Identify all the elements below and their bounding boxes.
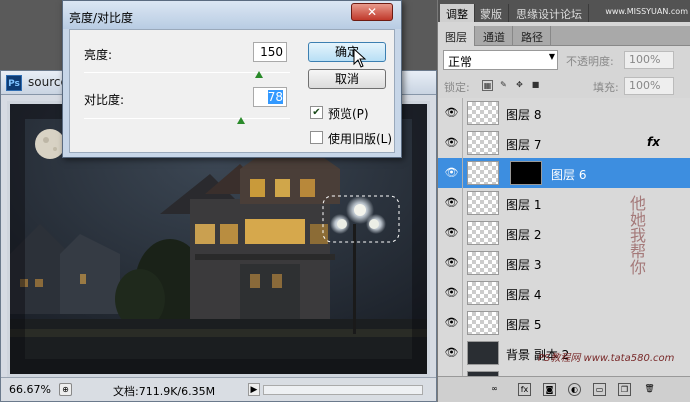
- brightness-contrast-dialog: 亮度/对比度 ✕ 亮度: 150 对比度: 78 确定 取消 ✔ 预览(P) 使…: [62, 0, 402, 158]
- layer-thumbnail: [467, 221, 499, 245]
- layer-row[interactable]: 👁 图层 4: [438, 278, 690, 309]
- trash-icon[interactable]: 🗑: [643, 383, 656, 396]
- missyuan-watermark: www.MISSYUAN.com: [605, 7, 688, 16]
- contrast-label: 对比度:: [84, 93, 125, 107]
- layer-name: 图层 4: [506, 288, 542, 302]
- status-bar: 66.67% ⊕ 文档:711.9K/6.35M ▶: [1, 377, 436, 401]
- mask-icon[interactable]: ◙: [543, 383, 556, 396]
- lock-label: 锁定:: [444, 81, 470, 94]
- lock-paint-icon[interactable]: ✎: [498, 80, 509, 91]
- fill-input[interactable]: 100%: [624, 77, 674, 95]
- layer-name: 图层 7: [506, 138, 542, 152]
- layer-mask-thumbnail[interactable]: [510, 161, 542, 185]
- layers-list: 👁 图层 8 👁 图层 7 fx 👁 图层 6 👁 图层 1 👁 图层 2 👁 图层 3 👁 图层 4 👁 图层…: [438, 98, 690, 376]
- tab-paths[interactable]: 路径: [514, 26, 551, 46]
- legacy-checkbox[interactable]: [310, 131, 323, 144]
- new-layer-icon[interactable]: ❐: [618, 383, 631, 396]
- layer-row[interactable]: 👁背景: [438, 368, 690, 376]
- layer-thumbnail: [467, 131, 499, 155]
- brightness-label: 亮度:: [84, 48, 113, 62]
- layer-fx-badge[interactable]: fx: [647, 135, 660, 149]
- layer-thumbnail: [467, 101, 499, 125]
- eye-icon[interactable]: 👁: [441, 158, 463, 188]
- eye-icon[interactable]: 👁: [441, 248, 463, 278]
- layer-name: 图层 8: [506, 108, 542, 122]
- contrast-slider-thumb[interactable]: [236, 117, 245, 124]
- layers-bottom-bar: ∞ fx ◙ ◐ ▭ ❐ 🗑 PS教程网 www.tata580.com: [438, 353, 690, 402]
- contrast-slider-track[interactable]: [84, 118, 290, 119]
- zoom-icon[interactable]: ⊕: [59, 383, 72, 396]
- layer-thumbnail: [467, 311, 499, 335]
- eye-icon[interactable]: 👁: [441, 218, 463, 248]
- layer-name: 图层 5: [506, 318, 542, 332]
- layer-row[interactable]: 👁 图层 3: [438, 248, 690, 279]
- layer-row[interactable]: 👁 图层 8: [438, 98, 690, 129]
- dialog-titlebar[interactable]: 亮度/对比度 ✕: [63, 1, 401, 29]
- preview-label: 预览(P): [328, 107, 369, 121]
- layer-panel-tabs: 图层 通道 路径: [438, 26, 690, 46]
- tab-masks[interactable]: 蒙版: [474, 4, 509, 22]
- document-size: 文档:711.9K/6.35M: [113, 385, 216, 398]
- lock-all-icon[interactable]: ■: [530, 80, 541, 91]
- layer-row[interactable]: 👁 图层 2: [438, 218, 690, 249]
- link-icon[interactable]: ∞: [488, 383, 501, 396]
- seal-watermark: 他她我帮你: [627, 195, 646, 275]
- fill-label: 填充:: [593, 81, 619, 94]
- zoom-level[interactable]: 66.67%: [9, 383, 51, 396]
- legacy-label: 使用旧版(L): [328, 132, 393, 146]
- adjustment-icon[interactable]: ◐: [568, 383, 581, 396]
- dialog-title: 亮度/对比度: [69, 11, 134, 25]
- top-panel-tabs: 调整 蒙版 思缘设计论坛 www.MISSYUAN.com: [438, 0, 690, 22]
- blend-mode-select[interactable]: 正常 ▼: [443, 50, 558, 70]
- preview-checkbox[interactable]: ✔: [310, 106, 323, 119]
- lock-transparent-icon[interactable]: ▦: [482, 80, 493, 91]
- lock-position-icon[interactable]: ✥: [514, 80, 525, 91]
- status-menu-arrow-icon[interactable]: ▶: [248, 383, 260, 396]
- horizontal-scrollbar[interactable]: [263, 385, 423, 395]
- opacity-input[interactable]: 100%: [624, 51, 674, 69]
- layer-name: 图层 2: [506, 228, 542, 242]
- eye-icon[interactable]: 👁: [441, 308, 463, 338]
- eye-icon[interactable]: 👁: [441, 98, 463, 128]
- mouse-cursor-icon: [353, 48, 367, 68]
- cancel-button[interactable]: 取消: [308, 69, 386, 89]
- layer-name: 图层 1: [506, 198, 542, 212]
- chevron-down-icon: ▼: [548, 52, 555, 61]
- group-icon[interactable]: ▭: [593, 383, 606, 396]
- layer-thumbnail: [467, 341, 499, 365]
- tab-adjustments[interactable]: 调整: [440, 4, 475, 22]
- ok-button[interactable]: 确定: [308, 42, 386, 62]
- fx-icon[interactable]: fx: [518, 383, 531, 396]
- tab-layers[interactable]: 图层: [438, 26, 475, 46]
- layer-row[interactable]: 👁 图层 7 fx: [438, 128, 690, 159]
- opacity-label: 不透明度:: [566, 55, 614, 68]
- brightness-input[interactable]: 150: [253, 42, 287, 62]
- layer-thumbnail: [467, 251, 499, 275]
- site-watermark: PS教程网 www.tata580.com: [538, 353, 675, 364]
- eye-icon[interactable]: 👁: [441, 368, 463, 376]
- eye-icon[interactable]: 👁: [441, 338, 463, 368]
- layer-thumbnail: [467, 191, 499, 215]
- tab-channels[interactable]: 通道: [476, 26, 513, 46]
- layer-name: 图层 3: [506, 258, 542, 272]
- brightness-slider-thumb[interactable]: [255, 71, 264, 78]
- tab-forum[interactable]: 思缘设计论坛: [510, 4, 589, 22]
- layer-row[interactable]: 👁 图层 5: [438, 308, 690, 339]
- eye-icon[interactable]: 👁: [441, 188, 463, 218]
- layers-panel-dock: 调整 蒙版 思缘设计论坛 www.MISSYUAN.com 图层 通道 路径 正…: [437, 0, 690, 402]
- eye-icon[interactable]: 👁: [441, 128, 463, 158]
- eye-icon[interactable]: 👁: [441, 278, 463, 308]
- layer-row[interactable]: 👁 图层 1: [438, 188, 690, 219]
- dialog-body: 亮度: 150 对比度: 78 确定 取消 ✔ 预览(P) 使用旧版(L): [69, 29, 395, 153]
- layer-row[interactable]: 👁 图层 6: [438, 158, 690, 189]
- photoshop-app-icon: Ps: [6, 75, 22, 91]
- layer-name: 图层 6: [551, 168, 587, 182]
- layer-thumbnail: [467, 281, 499, 305]
- contrast-input[interactable]: 78: [253, 87, 287, 107]
- layer-thumbnail: [467, 161, 499, 185]
- close-button[interactable]: ✕: [351, 3, 393, 21]
